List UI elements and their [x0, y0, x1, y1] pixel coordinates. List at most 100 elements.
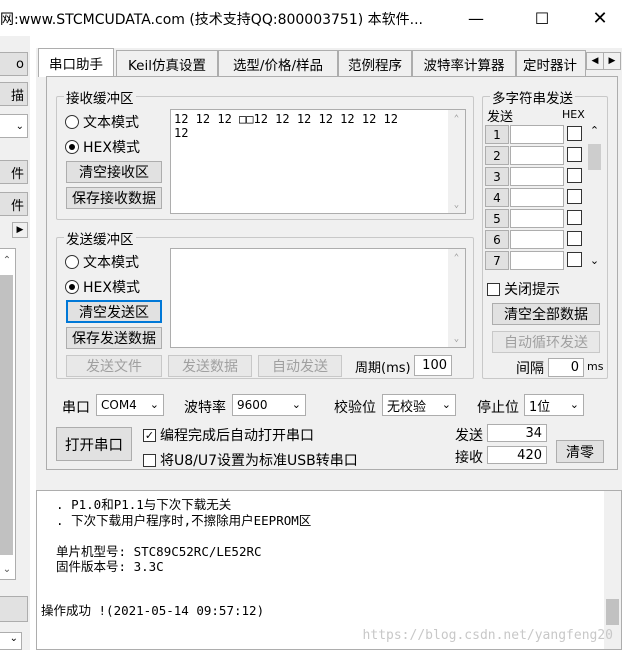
port-label: 串口: [62, 400, 90, 416]
multi-row-5-hex-checkbox[interactable]: [567, 210, 582, 225]
watermark-text: https://blog.csdn.net/yangfeng20: [362, 628, 613, 643]
maximize-icon[interactable]: ☐: [520, 0, 564, 36]
receive-group-label: 接收缓冲区: [64, 87, 136, 107]
recv-count-value: 420: [487, 446, 547, 464]
multi-row-2-hex-checkbox[interactable]: [567, 147, 582, 162]
send-data-button[interactable]: 发送数据: [168, 355, 252, 377]
tab-baud-calculator[interactable]: 波特率计算器: [412, 50, 516, 76]
multi-hex-column-label: HEX: [562, 108, 585, 121]
left-dropdown-text: o: [16, 56, 24, 72]
send-buffer-textarea[interactable]: ⌃ ⌄: [170, 248, 466, 348]
log-output[interactable]: . P1.0和P1.1与下次下载无关 . 下次下载用户程序时,不擦除用户EEPR…: [36, 490, 622, 650]
receive-scrollbar[interactable]: ⌃ ⌄: [448, 110, 465, 213]
receive-hex-mode-radio[interactable]: HEX模式: [65, 137, 140, 157]
port-select[interactable]: COM4 ⌄: [96, 394, 164, 416]
clear-all-data-button[interactable]: 清空全部数据: [492, 303, 600, 325]
multi-row-2-input[interactable]: [510, 146, 564, 165]
auto-send-button[interactable]: 自动发送: [258, 355, 342, 377]
chevron-up-icon[interactable]: ⌃: [448, 249, 465, 266]
log-scrollbar[interactable]: [604, 491, 621, 649]
reset-counters-button[interactable]: 清零: [556, 440, 604, 463]
send-count-label: 发送: [455, 428, 483, 444]
stop-bits-label: 停止位: [477, 400, 519, 416]
parity-select[interactable]: 无校验 ⌄: [382, 394, 456, 416]
send-count-value: 34: [487, 424, 547, 442]
send-file-button[interactable]: 发送文件: [66, 355, 162, 377]
save-receive-button[interactable]: 保存接收数据: [66, 187, 162, 209]
send-scrollbar[interactable]: ⌃ ⌄: [448, 249, 465, 347]
checkbox-box: [143, 453, 156, 467]
multi-row-7-hex-checkbox[interactable]: [567, 252, 582, 267]
left-file-button-1[interactable]: 件: [0, 160, 28, 184]
multi-row-1-hex-checkbox[interactable]: [567, 126, 582, 141]
left-scan-button[interactable]: 描: [0, 82, 28, 106]
multi-send-row-5-button[interactable]: 5: [485, 209, 509, 228]
send-hex-mode-radio[interactable]: HEX模式: [65, 277, 140, 297]
multi-row-7-input[interactable]: [510, 251, 564, 270]
tab-keil-settings[interactable]: Keil仿真设置: [116, 50, 218, 76]
multi-send-row-2-button[interactable]: 2: [485, 146, 509, 165]
multi-string-scrollbar[interactable]: ⌃ ⌄: [586, 124, 603, 270]
chevron-up-icon[interactable]: ⌃: [448, 110, 465, 127]
tab-examples[interactable]: 范例程序: [338, 50, 412, 76]
close-icon[interactable]: ✕: [578, 0, 622, 36]
left-dropdown[interactable]: o: [0, 52, 28, 76]
multi-row-3-hex-checkbox[interactable]: [567, 168, 582, 183]
baud-select[interactable]: 9600 ⌄: [232, 394, 306, 416]
tab-scroll-right-icon[interactable]: ▶: [603, 52, 621, 70]
minimize-icon[interactable]: —: [454, 0, 498, 36]
baud-label: 波特率: [184, 400, 226, 416]
multi-row-4-input[interactable]: [510, 188, 564, 207]
send-text-mode-radio[interactable]: 文本模式: [65, 252, 139, 272]
usb-serial-checkbox[interactable]: 将U8/U7设置为标准USB转串口: [143, 450, 358, 470]
log-scroll-thumb[interactable]: [606, 599, 619, 625]
tab-timer-calculator[interactable]: 定时器计: [516, 50, 586, 76]
save-send-button[interactable]: 保存发送数据: [66, 327, 162, 349]
clear-send-button[interactable]: 清空发送区: [66, 300, 162, 323]
multi-row-4-hex-checkbox[interactable]: [567, 189, 582, 204]
chevron-down-icon: ⌄: [291, 398, 301, 411]
chevron-down-icon[interactable]: ⌄: [586, 254, 603, 270]
interval-label: 间隔: [516, 361, 544, 377]
chevron-right-icon[interactable]: ▶: [12, 222, 28, 238]
multi-send-row-1-button[interactable]: 1: [485, 125, 509, 144]
tab-scroll-left-icon[interactable]: ◀: [586, 52, 604, 70]
interval-input[interactable]: 0: [548, 358, 584, 377]
multi-send-row-3-button[interactable]: 3: [485, 167, 509, 186]
left-scrollbar[interactable]: ⌃ ⌄: [0, 248, 16, 580]
chevron-down-icon[interactable]: ⌄: [448, 196, 465, 213]
multi-send-column-label: 发送: [487, 110, 514, 125]
multi-send-row-4-button[interactable]: 4: [485, 188, 509, 207]
multi-scroll-thumb[interactable]: [588, 144, 601, 170]
receive-text-mode-radio[interactable]: 文本模式: [65, 112, 139, 132]
multi-send-row-7-button[interactable]: 7: [485, 251, 509, 270]
left-select[interactable]: ⌄: [0, 114, 28, 138]
close-hint-checkbox[interactable]: 关闭提示: [487, 279, 560, 299]
multi-row-6-input[interactable]: [510, 230, 564, 249]
chevron-down-icon: ⌄: [2, 564, 12, 575]
left-file-button-2[interactable]: 件: [0, 192, 28, 216]
checkbox-checked: ✓: [143, 428, 156, 442]
chevron-up-icon[interactable]: ⌃: [586, 124, 603, 140]
multi-row-3-input[interactable]: [510, 167, 564, 186]
left-file-label-1: 件: [10, 166, 24, 182]
auto-open-checkbox[interactable]: ✓ 编程完成后自动打开串口: [143, 425, 314, 445]
multi-row-5-input[interactable]: [510, 209, 564, 228]
chevron-down-icon[interactable]: ⌄: [448, 330, 465, 347]
left-scroll-thumb[interactable]: [0, 275, 13, 555]
multi-row-6-hex-checkbox[interactable]: [567, 231, 582, 246]
period-input[interactable]: 100: [414, 355, 452, 376]
open-port-button[interactable]: 打开串口: [56, 427, 132, 461]
checkbox-box: [487, 282, 500, 296]
chevron-down-icon[interactable]: ⌄: [0, 632, 22, 650]
stop-bits-select[interactable]: 1位 ⌄: [524, 394, 584, 416]
clear-receive-button[interactable]: 清空接收区: [66, 161, 162, 183]
usb-serial-label: 将U8/U7设置为标准USB转串口: [160, 453, 358, 469]
tab-selection-price[interactable]: 选型/价格/样品: [218, 50, 338, 76]
multi-row-1-input[interactable]: [510, 125, 564, 144]
auto-loop-send-button[interactable]: 自动循环发送: [492, 331, 600, 353]
left-bottom-button[interactable]: [0, 596, 28, 622]
multi-send-row-6-button[interactable]: 6: [485, 230, 509, 249]
tab-serial-assistant[interactable]: 串口助手: [38, 48, 114, 77]
receive-buffer-textarea[interactable]: 12 12 12 □□12 12 12 12 12 12 12 12 ⌃ ⌄: [170, 109, 466, 214]
